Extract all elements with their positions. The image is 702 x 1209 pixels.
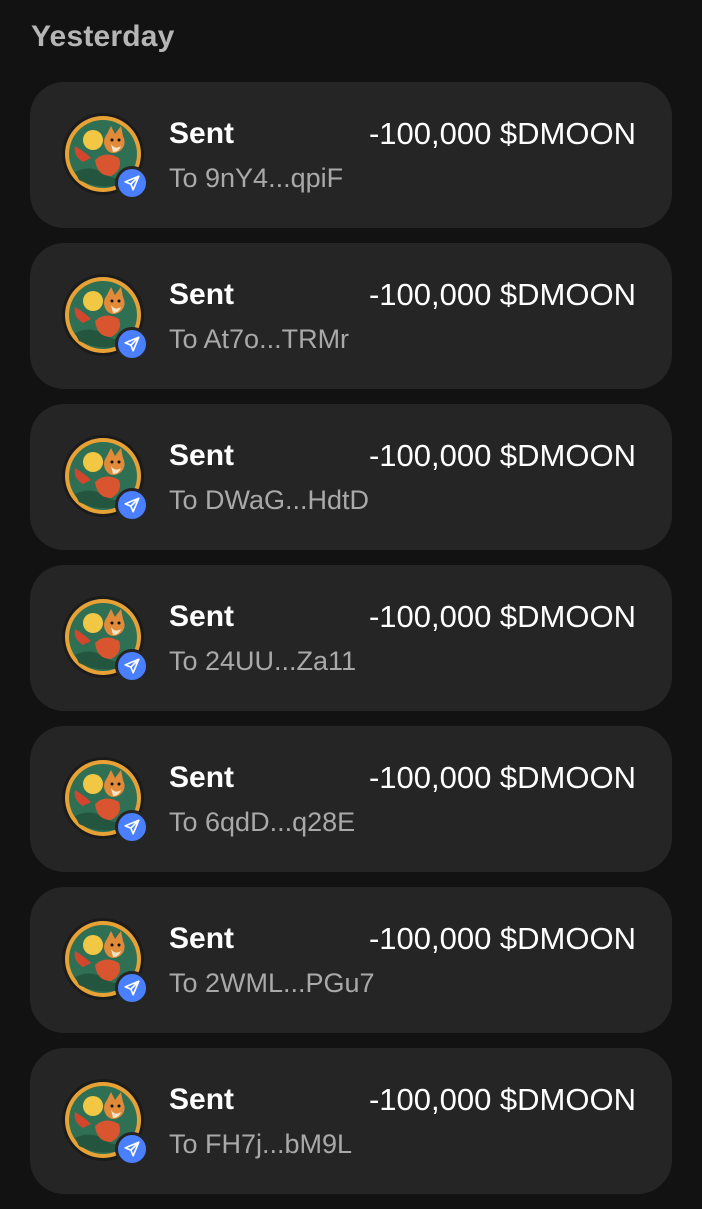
- token-avatar: [61, 1078, 149, 1166]
- send-icon: [124, 658, 140, 674]
- token-avatar: [61, 595, 149, 683]
- token-avatar: [61, 273, 149, 361]
- send-icon: [124, 336, 140, 352]
- transaction-item[interactable]: Sent -100,000 $DMOON To At7o...TRMr: [30, 243, 672, 389]
- transaction-amount: -100,000 $DMOON: [368, 277, 636, 312]
- send-badge: [115, 327, 149, 361]
- transaction-item[interactable]: Sent -100,000 $DMOON To 2WML...PGu7: [30, 887, 672, 1033]
- send-icon: [124, 175, 140, 191]
- send-badge: [115, 971, 149, 1005]
- transaction-type: Sent: [169, 600, 235, 633]
- transaction-recipient: To At7o...TRMr: [169, 324, 350, 354]
- transaction-item[interactable]: Sent -100,000 $DMOON To 24UU...Za11: [30, 565, 672, 711]
- token-avatar: [61, 756, 149, 844]
- transaction-recipient: To 24UU...Za11: [169, 646, 357, 676]
- send-icon: [124, 980, 140, 996]
- token-avatar: [61, 917, 149, 1005]
- section-header-yesterday: Yesterday: [31, 20, 175, 53]
- transaction-list: Sent -100,000 $DMOON To 9nY4...qpiF Sent…: [30, 82, 672, 1209]
- transaction-amount: -100,000 $DMOON: [368, 599, 636, 634]
- transaction-type: Sent: [169, 761, 235, 794]
- token-avatar: [61, 434, 149, 522]
- send-icon: [124, 819, 140, 835]
- transaction-recipient: To 6qdD...q28E: [169, 807, 356, 837]
- transaction-item[interactable]: Sent -100,000 $DMOON To DWaG...HdtD: [30, 404, 672, 550]
- token-avatar: [61, 112, 149, 200]
- transaction-amount: -100,000 $DMOON: [368, 921, 636, 956]
- send-badge: [115, 810, 149, 844]
- transaction-amount: -100,000 $DMOON: [368, 1082, 636, 1117]
- transaction-item[interactable]: Sent -100,000 $DMOON To 9nY4...qpiF: [30, 82, 672, 228]
- send-badge: [115, 1132, 149, 1166]
- transaction-amount: -100,000 $DMOON: [368, 438, 636, 473]
- transaction-recipient: To DWaG...HdtD: [169, 485, 370, 515]
- transaction-type: Sent: [169, 117, 235, 150]
- transaction-type: Sent: [169, 439, 235, 472]
- send-icon: [124, 497, 140, 513]
- transaction-recipient: To 9nY4...qpiF: [169, 163, 344, 193]
- transaction-type: Sent: [169, 1083, 235, 1116]
- send-badge: [115, 166, 149, 200]
- transaction-amount: -100,000 $DMOON: [368, 116, 636, 151]
- transaction-item[interactable]: Sent -100,000 $DMOON To FH7j...bM9L: [30, 1048, 672, 1194]
- transaction-recipient: To 2WML...PGu7: [169, 968, 375, 998]
- transaction-amount: -100,000 $DMOON: [368, 760, 636, 795]
- send-icon: [124, 1141, 140, 1157]
- transaction-recipient: To FH7j...bM9L: [169, 1129, 353, 1159]
- transaction-type: Sent: [169, 278, 235, 311]
- transaction-type: Sent: [169, 922, 235, 955]
- transaction-item[interactable]: Sent -100,000 $DMOON To 6qdD...q28E: [30, 726, 672, 872]
- send-badge: [115, 649, 149, 683]
- send-badge: [115, 488, 149, 522]
